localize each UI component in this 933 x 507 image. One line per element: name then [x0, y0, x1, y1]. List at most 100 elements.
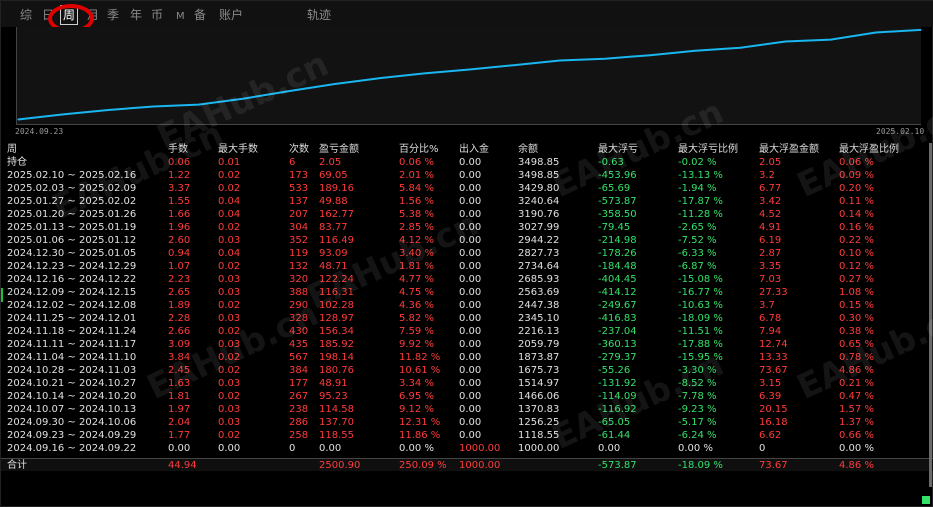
cell-balance: 3498.85 [518, 157, 560, 168]
cell-max-floating-loss: -65.05 [598, 417, 631, 428]
chart-end-date: 2025.02.10 [876, 127, 925, 136]
cell-balance: 1000.00 [518, 443, 560, 454]
table-row[interactable]: 2024.12.02 ~ 2024.12.08 1.89 0.02 290 102.28… [1, 299, 933, 312]
table-row[interactable]: 2024.10.14 ~ 2024.10.20 1.81 0.02 267 95.23 6… [1, 390, 933, 403]
column-header-max-floating-profit-ratio[interactable]: 最大浮盈比例 [839, 143, 899, 156]
cell-lots: 3.84 [168, 352, 191, 363]
chart-start-date: 2024.09.23 [15, 127, 64, 136]
table-row[interactable]: 2025.01.13 ~ 2025.01.19 1.96 0.02 304 83.77 2… [1, 221, 933, 234]
cell-profit-amount: 95.23 [319, 391, 348, 402]
cell-deposit-withdraw: 0.00 [459, 287, 482, 298]
column-header-deposit-withdraw[interactable]: 出入金 [459, 143, 489, 156]
column-header-lots[interactable]: 手数 [168, 143, 188, 156]
cell-balance: 3190.76 [518, 209, 560, 220]
column-header-period[interactable]: 周 [7, 143, 17, 156]
cell-deposit-withdraw: 0.00 [459, 261, 482, 272]
cell-balance: 3498.85 [518, 170, 560, 181]
table-row[interactable]: 2024.12.23 ~ 2024.12.29 1.07 0.02 132 48.71 1… [1, 260, 933, 273]
table-row[interactable]: 2025.01.27 ~ 2025.02.02 1.55 0.04 137 49.88 1… [1, 195, 933, 208]
tab-item[interactable]: 账户 [219, 8, 243, 22]
cell-max-floating-profit: 3.2 [759, 170, 775, 181]
table-row[interactable]: 2024.12.09 ~ 2024.12.15 2.65 0.03 388 116.31… [1, 286, 933, 299]
tab-item[interactable]: 轨迹 [307, 8, 331, 22]
cell-max-floating-profit: 2.05 [759, 157, 782, 168]
cell-max-floating-loss: -214.98 [598, 235, 637, 246]
cell-period: 2024.09.30 ~ 2024.10.06 [7, 417, 137, 428]
table-row[interactable]: 2024.11.25 ~ 2024.12.01 2.28 0.03 328 128.97… [1, 312, 933, 325]
table-row[interactable]: 2024.11.18 ~ 2024.11.24 2.66 0.02 430 156.34… [1, 325, 933, 338]
tab-item[interactable]: 季 [107, 8, 119, 22]
cell-profit-percent: 5.38 % [399, 209, 434, 220]
cell-max-floating-loss: -279.37 [598, 352, 637, 363]
cell-profit-amount: 114.58 [319, 404, 354, 415]
cell-max-floating-profit: 3.42 [759, 196, 782, 207]
table-row[interactable]: 2024.11.11 ~ 2024.11.17 3.09 0.03 435 185.92… [1, 338, 933, 351]
tab-item[interactable]: M [176, 10, 185, 24]
equity-point [559, 59, 561, 62]
cell-trade-count: 119 [289, 248, 309, 259]
cell-profit-percent: 0.06 % [399, 157, 434, 168]
resize-grip-icon[interactable] [922, 496, 930, 504]
cell-max-floating-loss: 0.00 [598, 443, 621, 454]
table-row[interactable]: 2024.09.16 ~ 2024.09.22 0.00 0.00 0 0.00 0.00… [1, 442, 933, 455]
equity-point [62, 113, 64, 115]
equity-point [694, 50, 696, 52]
table-header: 周 手数 最大手数 次数 盈亏金额 百分比% 出入金 余额 最大浮亏 最大浮亏比例 最大浮盈金额 最大… [1, 143, 933, 156]
vertical-scrollbar[interactable] [929, 143, 932, 487]
cell-profit-percent: 4.77 % [399, 274, 434, 285]
column-header-max-floating-loss-ratio[interactable]: 最大浮亏比例 [678, 143, 738, 156]
column-header-max-floating-profit[interactable]: 最大浮盈金额 [759, 143, 819, 156]
table-row[interactable]: 2024.10.21 ~ 2024.10.27 1.63 0.03 177 48.91 3… [1, 377, 933, 390]
column-header-balance[interactable]: 余额 [518, 143, 538, 156]
table-row[interactable]: 2024.11.04 ~ 2024.11.10 3.84 0.02 567 198.14… [1, 351, 933, 364]
cell-max-floating-profit-ratio: 0.27 % [839, 274, 874, 285]
equity-point [198, 104, 200, 106]
cell-max-floating-loss-ratio: -13.13 % [678, 170, 723, 181]
tab-item[interactable]: 年 [130, 8, 142, 22]
cell-max-floating-loss: -453.96 [598, 170, 637, 181]
table-row[interactable]: 2024.12.16 ~ 2024.12.22 2.23 0.03 320 122.24… [1, 273, 933, 286]
cell-trade-count: 567 [289, 352, 309, 363]
cell-trade-count: 207 [289, 209, 309, 220]
column-header-profit-percent[interactable]: 百分比% [399, 143, 439, 156]
cell-period: 2024.12.30 ~ 2025.01.05 [7, 248, 137, 259]
equity-curve-chart [16, 27, 922, 125]
cell-profit-amount: 156.34 [319, 326, 354, 337]
cell-profit-percent: 12.31 % [399, 417, 441, 428]
tab-item[interactable]: 备 [194, 8, 206, 22]
cell-profit-amount: 116.49 [319, 235, 354, 246]
cell-period: 2024.12.23 ~ 2024.12.29 [7, 261, 137, 272]
column-header-trade-count[interactable]: 次数 [289, 143, 309, 156]
table-row[interactable]: 2025.01.20 ~ 2025.01.26 1.66 0.04 207 162.77… [1, 208, 933, 221]
table-row[interactable]: 2024.10.07 ~ 2024.10.13 1.97 0.03 238 114.58… [1, 403, 933, 416]
cell-deposit-withdraw: 0.00 [459, 196, 482, 207]
cell-profit-percent: 3.40 % [399, 248, 434, 259]
column-header-max-lots[interactable]: 最大手数 [218, 143, 258, 156]
cell-max-floating-profit: 7.03 [759, 274, 782, 285]
cell-trade-count: 137 [289, 196, 309, 207]
table-row[interactable]: 2025.01.06 ~ 2025.01.12 2.60 0.03 352 116.49… [1, 234, 933, 247]
table-row[interactable]: 2024.10.28 ~ 2024.11.03 2.45 0.02 384 180.76… [1, 364, 933, 377]
table-row[interactable]: 2024.12.30 ~ 2025.01.05 0.94 0.04 119 93.09 3… [1, 247, 933, 260]
cell-balance: 3240.64 [518, 196, 560, 207]
tab-item[interactable]: 综 [20, 8, 32, 22]
tab-item[interactable]: 币 [151, 8, 163, 22]
cell-deposit-withdraw: 0.00 [459, 170, 482, 181]
cell-deposit-withdraw: 0.00 [459, 222, 482, 233]
cell-profit-amount: 189.16 [319, 183, 354, 194]
column-header-profit-amount[interactable]: 盈亏金额 [319, 143, 359, 156]
table-row[interactable]: 持仓 0.06 0.01 6 2.05 0.06 % 0.00 3498.85 -0.63 -0.… [1, 156, 933, 169]
column-header-max-floating-loss[interactable]: 最大浮亏 [598, 143, 638, 156]
table-row[interactable]: 2024.09.23 ~ 2024.09.29 1.77 0.02 258 118.55… [1, 429, 933, 442]
cell-deposit-withdraw: 1000.00 [459, 443, 501, 454]
table-row[interactable]: 2024.09.30 ~ 2024.10.06 2.04 0.03 286 137.70… [1, 416, 933, 429]
cell-lots: 2.45 [168, 365, 191, 376]
table-row[interactable]: 2025.02.10 ~ 2025.02.16 1.22 0.02 173 69.05 2… [1, 169, 933, 182]
cell-lots: 1.63 [168, 378, 191, 389]
cell-balance: 1256.25 [518, 417, 560, 428]
cell-deposit-withdraw: 0.00 [459, 209, 482, 220]
cell-deposit-withdraw: 0.00 [459, 300, 482, 311]
cell-trade-count: 328 [289, 313, 309, 324]
cell-profit-percent: 2.01 % [399, 170, 434, 181]
table-row[interactable]: 2025.02.03 ~ 2025.02.09 3.37 0.02 533 189.16… [1, 182, 933, 195]
